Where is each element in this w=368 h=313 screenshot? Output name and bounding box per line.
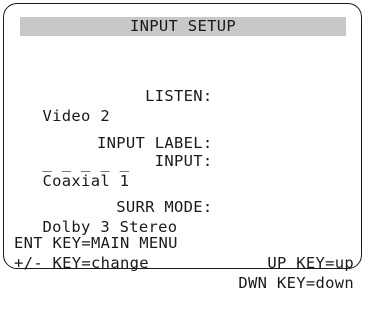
setup-display: INPUT SETUP LISTEN: Video 2 INPUT LABEL:… (3, 3, 362, 292)
down-key-hint: DWN KEY=down (238, 274, 354, 292)
input-label: INPUT: (154, 152, 213, 170)
change-key-hint: +/- KEY=change (14, 254, 149, 272)
listen-label: LISTEN: (145, 87, 213, 105)
footer-line-2: +/- KEY=change DWN KEY=down (14, 233, 354, 313)
page-title: INPUT SETUP (20, 17, 346, 36)
